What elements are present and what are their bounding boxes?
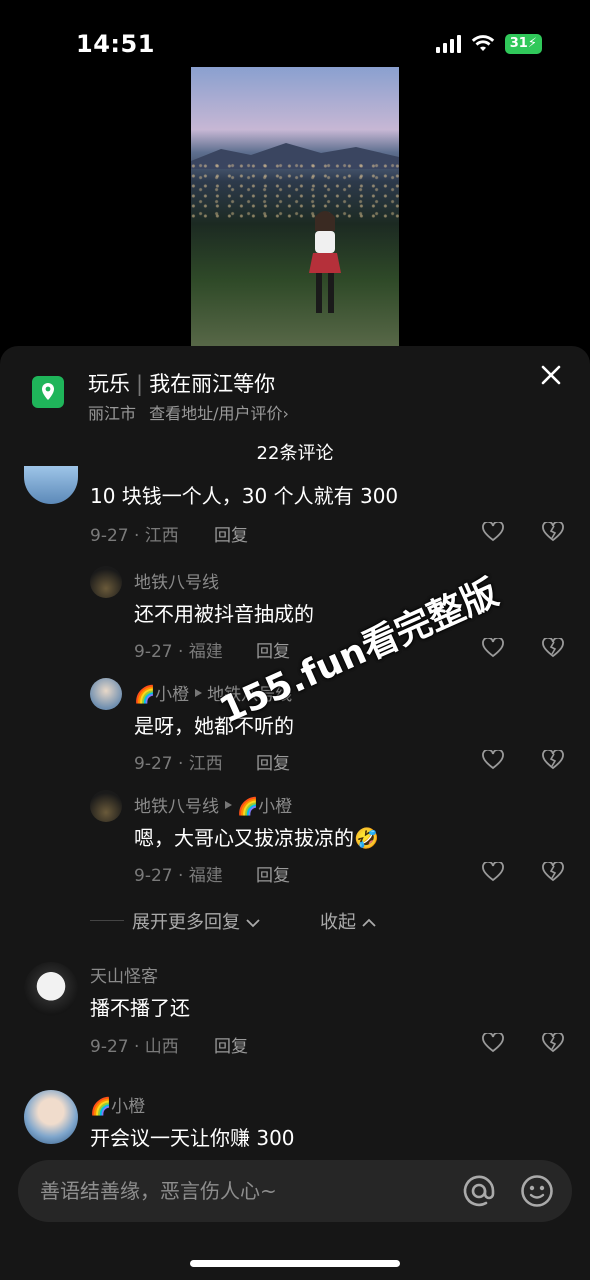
heart-icon[interactable]: [482, 522, 504, 542]
reply-button[interactable]: 回复: [214, 1032, 248, 1057]
video-thumbnail[interactable]: [191, 67, 399, 352]
home-indicator[interactable]: [190, 1260, 400, 1267]
chevron-right-icon: ›: [282, 404, 289, 423]
comment-meta: 9-27 · 山西: [90, 1037, 179, 1057]
location-pin-icon: [32, 376, 64, 408]
location-card[interactable]: 玩乐 | 我在丽江等你 丽江市 查看地址/用户评价›: [32, 368, 552, 428]
divider: [90, 920, 124, 921]
comment-username: 🌈小橙: [90, 1097, 146, 1117]
comment-sheet: 玩乐 | 我在丽江等你 丽江市 查看地址/用户评价› 22条评论 10 块钱一个人，…: [0, 346, 590, 1280]
heart-icon[interactable]: [482, 750, 504, 770]
broken-heart-icon[interactable]: [542, 862, 564, 882]
broken-heart-icon[interactable]: [542, 638, 564, 658]
at-icon[interactable]: [462, 1174, 496, 1208]
reply-item: 地铁八号线 🌈小橙 嗯，大哥心又拔凉拔凉的🤣 9-27 · 福建 回复: [0, 788, 590, 888]
avatar[interactable]: [24, 1090, 78, 1144]
wifi-icon: [471, 35, 494, 51]
comment-input[interactable]: [40, 1160, 440, 1222]
location-city: 丽江市: [88, 404, 137, 423]
person-figure: [309, 211, 341, 313]
play-triangle-icon: [225, 800, 232, 809]
location-link[interactable]: 查看地址/用户评价: [149, 404, 282, 423]
status-time: 14:51: [76, 30, 155, 58]
expand-collapse-row: 展开更多回复 收起: [90, 908, 550, 936]
heart-icon[interactable]: [482, 862, 504, 882]
avatar[interactable]: [24, 466, 78, 504]
reply-button[interactable]: 回复: [256, 749, 290, 774]
city-lights: [191, 162, 399, 222]
comment-text: 开会议一天让你赚 300: [90, 1126, 295, 1150]
broken-heart-icon[interactable]: [542, 522, 564, 542]
broken-heart-icon[interactable]: [542, 1033, 564, 1053]
close-icon[interactable]: [540, 364, 562, 386]
location-name: 我在丽江等你: [149, 372, 276, 396]
reply-button[interactable]: 回复: [214, 521, 248, 546]
avatar[interactable]: [24, 962, 78, 1016]
comment-username: 地铁八号线 🌈小橙: [134, 797, 293, 817]
comment-item: 10 块钱一个人，30 个人就有 300 9-27 · 江西 回复: [0, 466, 590, 546]
comment-meta: 9-27 · 江西: [134, 754, 223, 774]
comment-meta: 9-27 · 江西: [90, 526, 179, 546]
comment-text: 嗯，大哥心又拔凉拔凉的🤣: [134, 826, 379, 850]
broken-heart-icon[interactable]: [542, 750, 564, 770]
comment-item: 天山怪客 播不播了还 9-27 · 山西 回复: [0, 960, 590, 1070]
comment-text: 还不用被抖音抽成的: [134, 602, 314, 626]
comment-username: 天山怪客: [90, 967, 158, 987]
heart-icon[interactable]: [482, 638, 504, 658]
chevron-up-icon: [362, 918, 376, 927]
comment-meta: 9-27 · 福建: [134, 642, 223, 662]
comment-count: 22条评论: [256, 443, 334, 464]
comment-text: 10 块钱一个人，30 个人就有 300: [90, 484, 399, 508]
emoji-icon[interactable]: [520, 1174, 554, 1208]
expand-more-replies-button[interactable]: 展开更多回复: [132, 908, 260, 934]
reply-button[interactable]: 回复: [256, 861, 290, 886]
chevron-down-icon: [246, 919, 260, 928]
avatar[interactable]: [90, 790, 122, 822]
avatar[interactable]: [90, 678, 122, 710]
location-subtitle[interactable]: 丽江市 查看地址/用户评价›: [88, 400, 289, 424]
heart-icon[interactable]: [482, 1033, 504, 1053]
location-category: 玩乐: [88, 372, 130, 396]
location-separator: |: [136, 372, 144, 396]
comment-input-bar: [18, 1160, 572, 1222]
collapse-replies-button[interactable]: 收起: [320, 908, 376, 934]
comment-username: 地铁八号线: [134, 573, 219, 593]
avatar[interactable]: [90, 566, 122, 598]
status-icons: 31⚡: [435, 34, 542, 54]
battery-indicator: 31⚡: [504, 34, 542, 54]
location-title: 玩乐 | 我在丽江等你: [88, 368, 275, 398]
comment-item: 🌈小橙 开会议一天让你赚 300: [0, 1088, 590, 1150]
comment-text: 播不播了还: [90, 996, 190, 1020]
signal-icon: [435, 35, 461, 53]
play-triangle-icon: [195, 688, 203, 697]
comment-meta: 9-27 · 福建: [134, 866, 223, 886]
